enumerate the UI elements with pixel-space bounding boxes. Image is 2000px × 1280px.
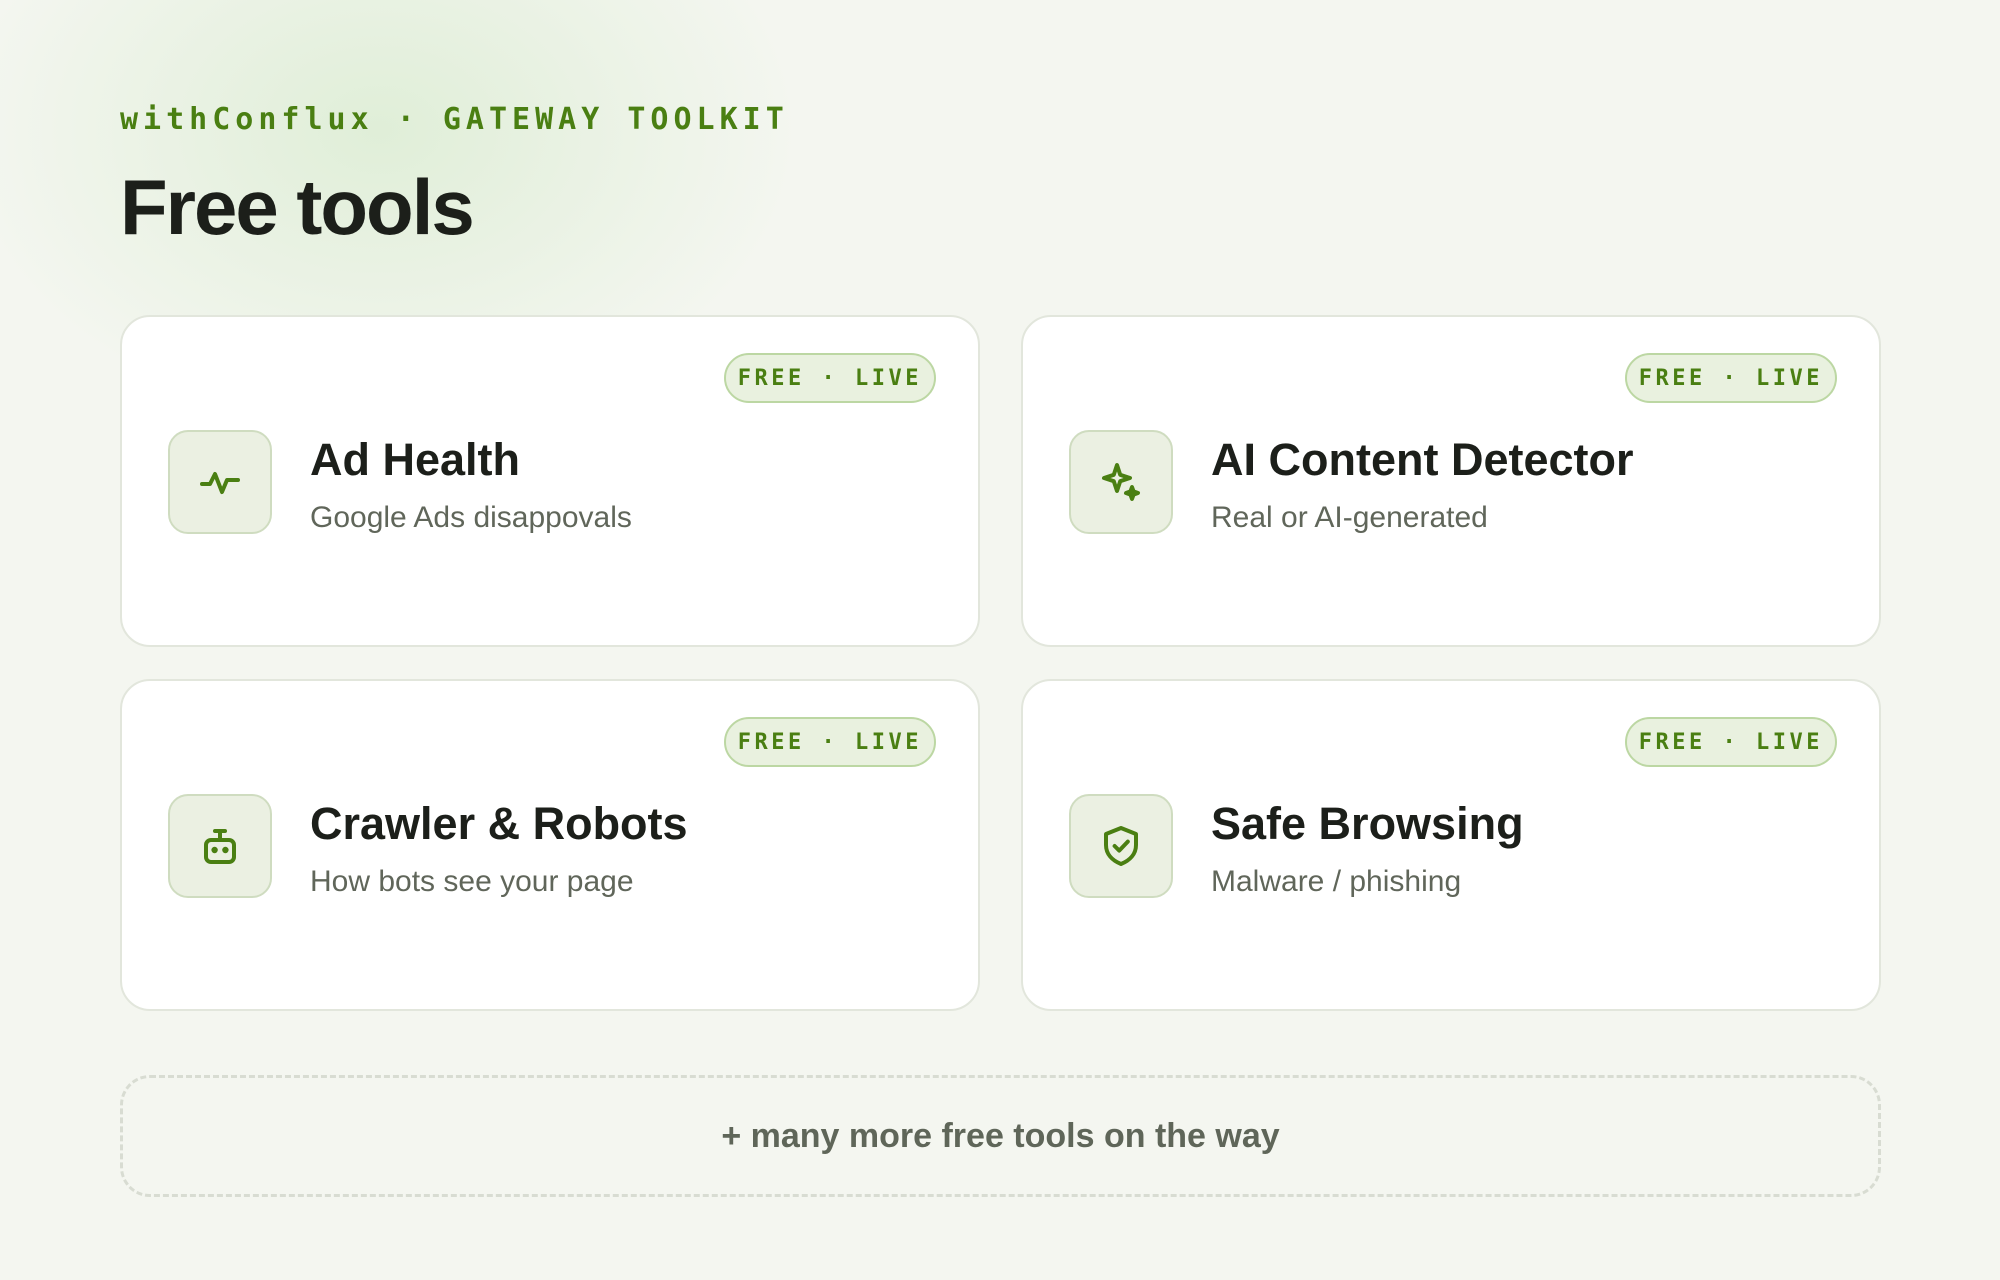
tool-title: AI Content Detector bbox=[1211, 434, 1634, 485]
tool-description: Real or AI-generated bbox=[1211, 501, 1488, 534]
status-badge: FREE · LIVE bbox=[723, 717, 936, 767]
tool-title: Crawler & Robots bbox=[310, 798, 688, 849]
more-tools-placeholder: + many more free tools on the way bbox=[120, 1075, 1881, 1197]
tool-description: Malware / phishing bbox=[1211, 865, 1462, 898]
tool-icon-tile bbox=[1069, 794, 1173, 898]
robot-icon bbox=[204, 829, 236, 864]
tool-icon-tile bbox=[168, 430, 272, 534]
tool-description: How bots see your page bbox=[310, 865, 634, 898]
sparkles-icon bbox=[1102, 463, 1140, 501]
status-badge: FREE · LIVE bbox=[1624, 717, 1837, 767]
tool-title: Safe Browsing bbox=[1211, 798, 1524, 849]
tool-icon-tile bbox=[1069, 430, 1173, 534]
page-title: Free tools bbox=[120, 163, 475, 251]
shield-check-icon bbox=[1104, 826, 1138, 866]
tool-card-ad-health[interactable]: FREE · LIVE Ad Health Google Ads disappo… bbox=[120, 315, 980, 647]
tool-title: Ad Health bbox=[310, 434, 521, 485]
tool-card-crawler-robots[interactable]: FREE · LIVE Crawler & Robots How bots se… bbox=[120, 679, 980, 1011]
activity-pulse-icon bbox=[200, 472, 240, 494]
more-tools-text: + many more free tools on the way bbox=[721, 1116, 1280, 1155]
tool-description: Google Ads disappovals bbox=[310, 501, 632, 534]
tool-card-ai-content-detector[interactable]: FREE · LIVE AI Content Detector Real or … bbox=[1021, 315, 1881, 647]
tools-grid: FREE · LIVE Ad Health Google Ads disappo… bbox=[120, 315, 1881, 1011]
tool-card-safe-browsing[interactable]: FREE · LIVE Safe Browsing Malware / phis… bbox=[1021, 679, 1881, 1011]
status-badge: FREE · LIVE bbox=[723, 353, 936, 403]
tool-icon-tile bbox=[168, 794, 272, 898]
eyebrow-label: withConflux · GATEWAY TOOLKIT bbox=[120, 102, 789, 137]
status-badge: FREE · LIVE bbox=[1624, 353, 1837, 403]
